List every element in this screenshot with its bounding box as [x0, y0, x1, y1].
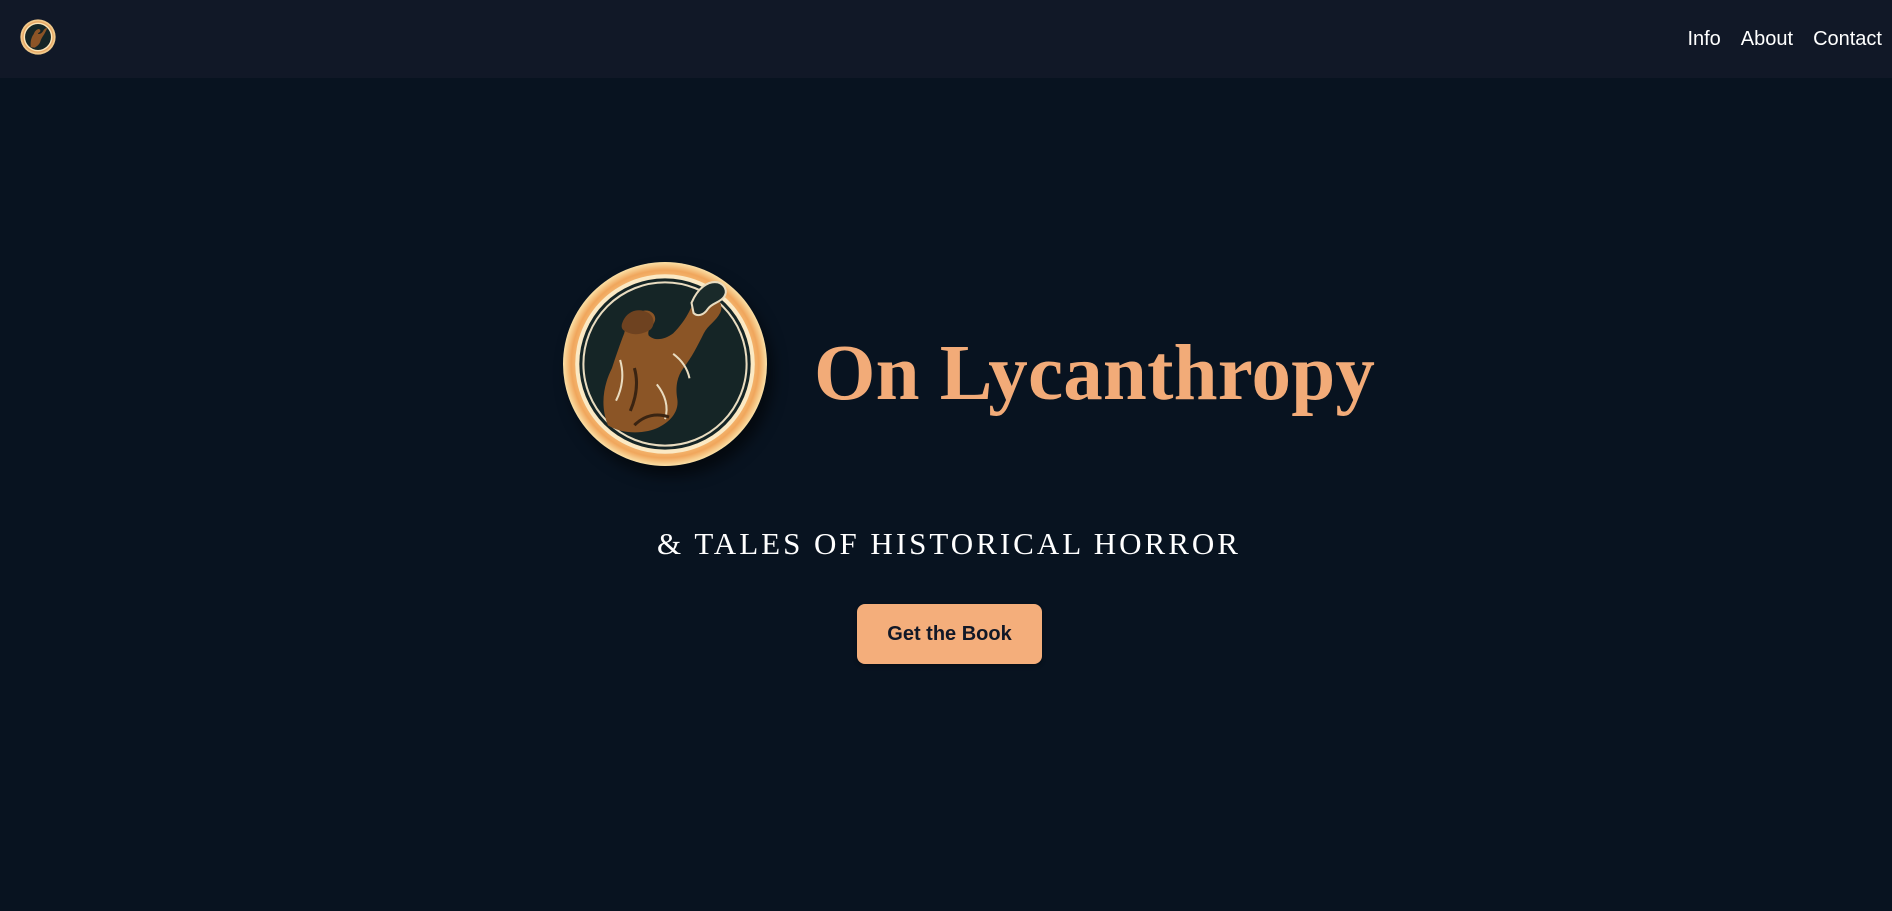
hero-emblem-graphic [563, 262, 767, 466]
nav-link-about[interactable]: About [1741, 29, 1793, 49]
nav-link-contact[interactable]: Contact [1813, 29, 1882, 49]
top-navigation-bar: Info About Contact [0, 0, 1892, 78]
werewolf-emblem-icon[interactable] [20, 19, 56, 55]
hero-section [0, 78, 1892, 911]
nav-link-info[interactable]: Info [1687, 29, 1720, 49]
nav-links: Info About Contact [1687, 0, 1882, 78]
werewolf-emblem-icon [563, 262, 767, 466]
nav-logo-graphic [20, 19, 56, 55]
get-the-book-button[interactable]: Get the Book [857, 604, 1042, 664]
hero-title: On Lycanthropy [814, 330, 1376, 417]
hero-subtitle: & TALES OF HISTORICAL HORROR [657, 526, 1241, 561]
